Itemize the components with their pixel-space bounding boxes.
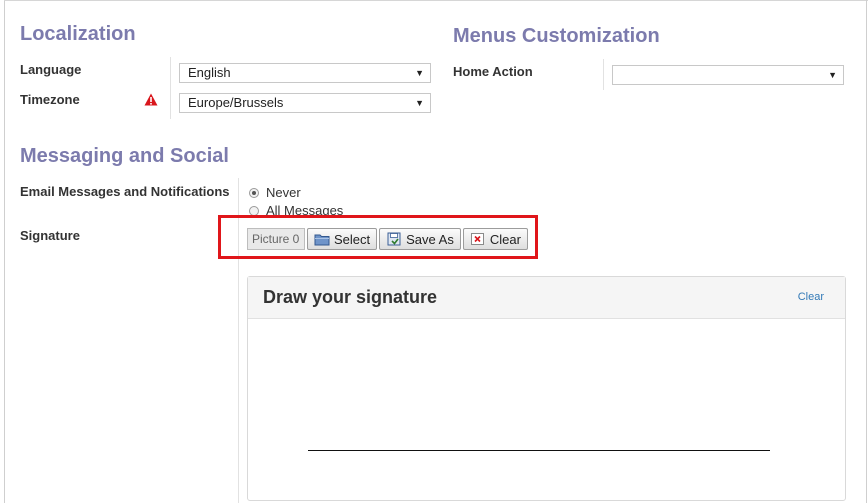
radio-all-messages[interactable]: [249, 205, 259, 216]
dropdown-arrow-icon: ▼: [828, 70, 837, 80]
signature-pad: Draw your signature Clear: [247, 276, 846, 501]
signature-pad-clear-link[interactable]: Clear: [798, 291, 824, 303]
menus-separator: [603, 59, 604, 90]
email-notifications-label: Email Messages and Notifications: [20, 184, 230, 199]
frame-border-top: [4, 0, 868, 1]
language-value: English: [188, 65, 231, 80]
dropdown-arrow-icon: ▼: [415, 98, 424, 108]
signature-pad-header: Draw your signature Clear: [248, 277, 845, 319]
frame-border-right: [866, 0, 867, 503]
home-action-label: Home Action: [453, 64, 533, 79]
localization-separator: [170, 57, 171, 119]
messaging-social-title: Messaging and Social: [20, 145, 229, 167]
language-label: Language: [20, 62, 82, 77]
timezone-value: Europe/Brussels: [188, 95, 284, 110]
menus-customization-title: Menus Customization: [453, 25, 660, 47]
timezone-select[interactable]: Europe/Brussels ▼: [179, 93, 431, 113]
signature-baseline: [308, 450, 770, 451]
warning-icon[interactable]: [144, 93, 158, 106]
dropdown-arrow-icon: ▼: [415, 68, 424, 78]
frame-border-left: [4, 0, 5, 503]
email-option-never[interactable]: Never: [249, 185, 301, 200]
signature-toolbar-highlight: [218, 215, 538, 259]
localization-title: Localization: [20, 23, 136, 45]
email-option-never-label: Never: [266, 185, 301, 200]
signature-pad-title: Draw your signature: [263, 287, 438, 307]
signature-canvas[interactable]: [248, 319, 845, 500]
home-action-select[interactable]: ▼: [612, 65, 844, 85]
signature-label: Signature: [20, 228, 80, 243]
radio-never[interactable]: [249, 187, 259, 198]
language-select[interactable]: English ▼: [179, 63, 431, 83]
timezone-label: Timezone: [20, 92, 80, 107]
